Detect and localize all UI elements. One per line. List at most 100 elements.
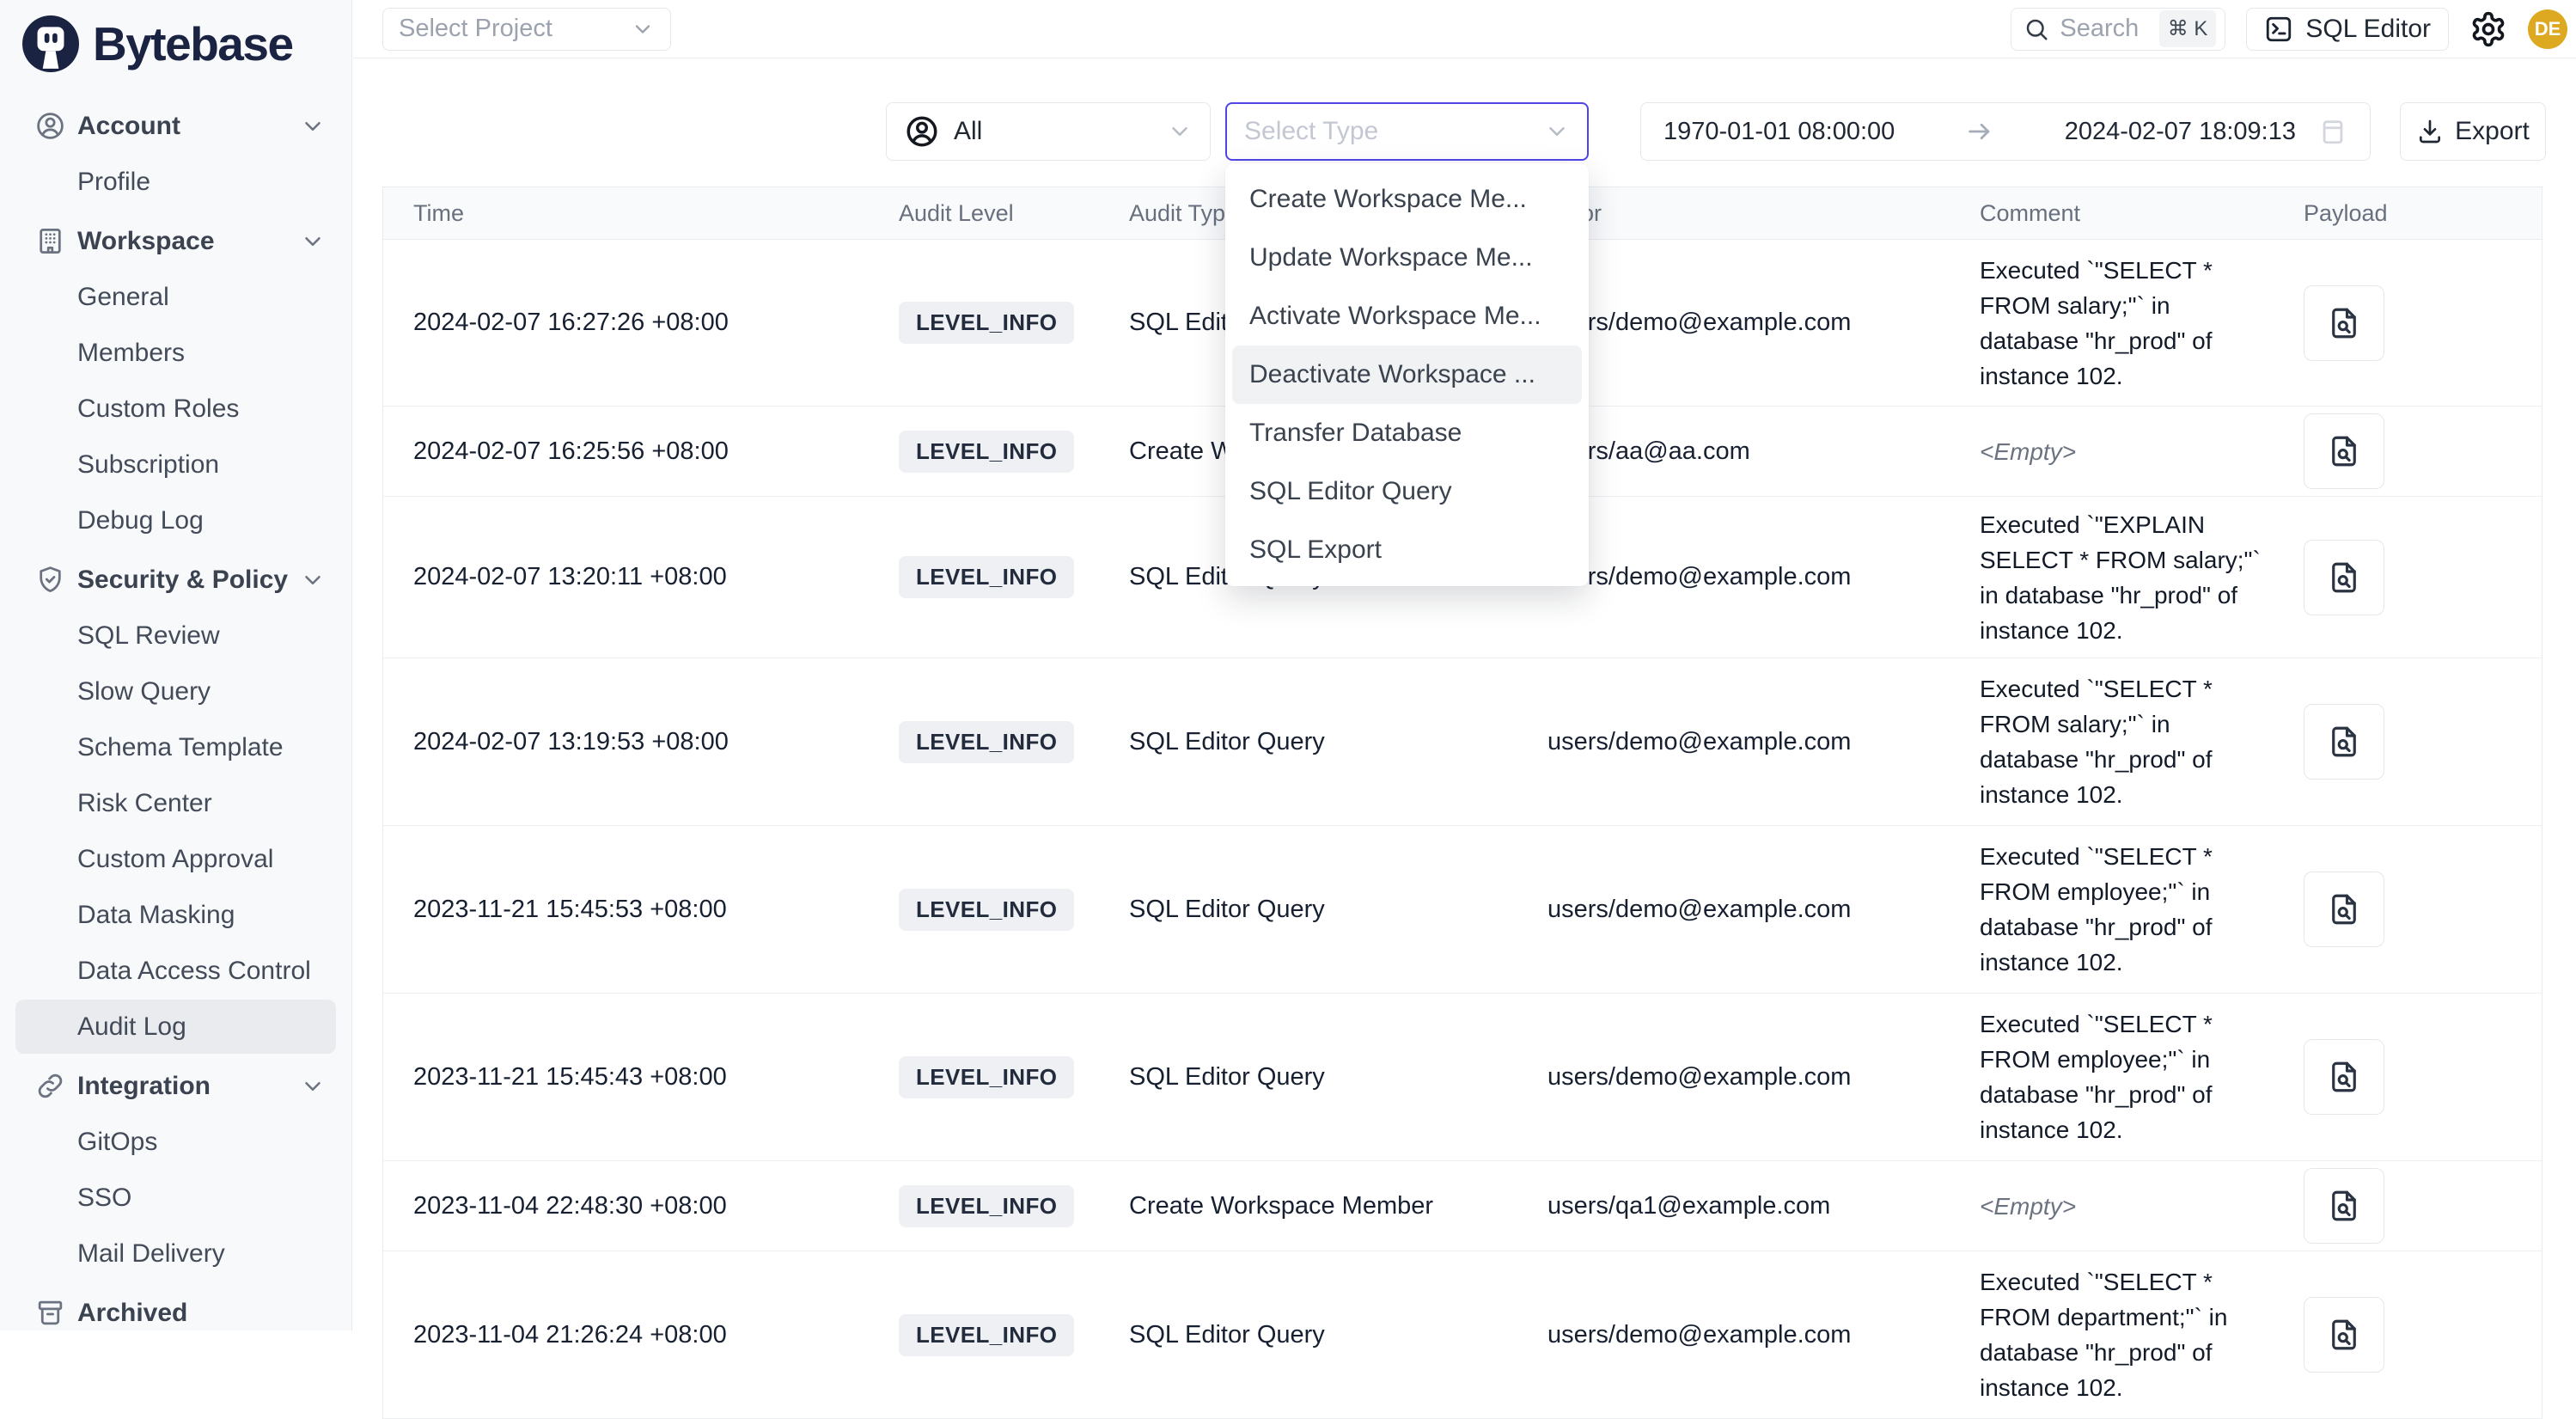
table-row: 2023-11-04 21:26:24 +08:00LEVEL_INFOSQL … <box>383 1251 2542 1419</box>
sidebar-item-schema-template[interactable]: Schema Template <box>0 719 351 775</box>
type-option-deactivate-workspace[interactable]: Deactivate Workspace ... <box>1232 346 1582 404</box>
sidebar-item-profile[interactable]: Profile <box>0 154 351 210</box>
level-badge: LEVEL_INFO <box>899 556 1074 598</box>
cell-time: 2024-02-07 13:19:53 +08:00 <box>383 728 869 756</box>
sidebar-item-label: Audit Log <box>77 1012 186 1042</box>
cell-audit-level: LEVEL_INFO <box>869 1185 1099 1227</box>
sql-editor-button[interactable]: SQL Editor <box>2246 8 2449 51</box>
table-row: 2023-11-21 15:45:53 +08:00LEVEL_INFOSQL … <box>383 826 2542 994</box>
sidebar-item-label: Data Access Control <box>77 957 311 986</box>
file-search-icon <box>2326 724 2362 760</box>
cell-audit-type: SQL Editor Query <box>1099 1321 1517 1349</box>
project-select[interactable]: Select Project <box>382 8 671 51</box>
level-badge: LEVEL_INFO <box>899 1056 1074 1098</box>
type-option-create-workspace-me[interactable]: Create Workspace Me... <box>1232 170 1582 229</box>
download-icon <box>2416 118 2444 145</box>
brand-logo[interactable]: Bytebase <box>0 0 351 72</box>
bytebase-logo-icon <box>22 15 79 72</box>
sidebar-item-members[interactable]: Members <box>0 325 351 381</box>
cell-payload <box>2274 1039 2542 1115</box>
sidebar-item-label: Security & Policy <box>77 566 288 595</box>
sidebar-item-label: Profile <box>77 168 150 197</box>
table-row: 2023-11-21 15:45:43 +08:00LEVEL_INFOSQL … <box>383 994 2542 1161</box>
sidebar-item-archived[interactable]: Archived <box>0 1285 351 1341</box>
chevron-down-icon <box>1544 119 1570 144</box>
sidebar-item-subscription[interactable]: Subscription <box>0 437 351 492</box>
payload-view-button[interactable] <box>2304 872 2384 947</box>
cell-audit-type: SQL Editor Query <box>1099 1063 1517 1092</box>
type-option-sql-export[interactable]: SQL Export <box>1232 521 1582 579</box>
building-icon <box>34 225 66 257</box>
cell-comment: Executed `"SELECT * FROM department;"` i… <box>1950 1264 2274 1405</box>
sidebar-item-custom-approval[interactable]: Custom Approval <box>0 831 351 887</box>
type-option-update-workspace-me[interactable]: Update Workspace Me... <box>1232 229 1582 287</box>
sql-editor-label: SQL Editor <box>2305 15 2431 44</box>
sidebar-item-data-masking[interactable]: Data Masking <box>0 887 351 943</box>
sidebar-item-label: Mail Delivery <box>77 1239 225 1269</box>
cell-audit-level: LEVEL_INFO <box>869 1314 1099 1356</box>
payload-view-button[interactable] <box>2304 1297 2384 1373</box>
export-button[interactable]: Export <box>2400 102 2546 161</box>
sidebar-item-slow-query[interactable]: Slow Query <box>0 664 351 719</box>
date-range-picker[interactable]: 1970-01-01 08:00:00 2024-02-07 18:09:13 <box>1640 102 2371 161</box>
sidebar-item-risk-center[interactable]: Risk Center <box>0 775 351 831</box>
sidebar-item-debug-log[interactable]: Debug Log <box>0 492 351 548</box>
cell-comment: Executed `"SELECT * FROM employee;"` in … <box>1950 1006 2274 1147</box>
sidebar-nav: Account Profile WorkspaceGeneral Members Cus… <box>0 95 351 1341</box>
empty-placeholder: <Empty> <box>1980 438 2076 465</box>
sidebar-item-label: Custom Roles <box>77 395 239 424</box>
sidebar-item-account[interactable]: Account <box>0 98 351 154</box>
level-badge: LEVEL_INFO <box>899 431 1074 473</box>
cell-audit-type: SQL Editor Query <box>1099 728 1517 756</box>
sidebar-item-mail-delivery[interactable]: Mail Delivery <box>0 1226 351 1281</box>
cell-actor: users/demo@example.com <box>1517 1063 1950 1092</box>
sidebar-item-integration[interactable]: Integration <box>0 1058 351 1114</box>
file-search-icon <box>2326 1059 2362 1095</box>
cell-comment: <Empty> <box>1950 434 2274 469</box>
type-option-sql-editor-query[interactable]: SQL Editor Query <box>1232 462 1582 521</box>
column-header-payload: Payload <box>2274 200 2542 227</box>
payload-view-button[interactable] <box>2304 413 2384 489</box>
type-option-activate-workspace-me[interactable]: Activate Workspace Me... <box>1232 287 1582 346</box>
sidebar-item-label: Account <box>77 112 180 141</box>
user-avatar[interactable]: DE <box>2528 9 2567 49</box>
date-to-value: 2024-02-07 18:09:13 <box>2065 118 2296 146</box>
search-icon <box>2024 16 2049 42</box>
search-shortcut-badge: ⌘ K <box>2159 10 2217 47</box>
payload-view-button[interactable] <box>2304 1039 2384 1115</box>
payload-view-button[interactable] <box>2304 1168 2384 1244</box>
sidebar-item-label: SSO <box>77 1184 131 1213</box>
cell-time: 2024-02-07 13:20:11 +08:00 <box>383 563 869 591</box>
payload-view-button[interactable] <box>2304 704 2384 780</box>
cell-time: 2023-11-21 15:45:53 +08:00 <box>383 896 869 924</box>
actor-filter-select[interactable]: All <box>886 102 1211 161</box>
cell-actor: users/demo@example.com <box>1517 896 1950 924</box>
sidebar-item-workspace[interactable]: Workspace <box>0 213 351 269</box>
table-row: 2024-02-07 13:19:53 +08:00LEVEL_INFOSQL … <box>383 658 2542 826</box>
settings-gear-icon[interactable] <box>2469 10 2507 48</box>
sidebar-item-custom-roles[interactable]: Custom Roles <box>0 381 351 437</box>
sidebar-item-general[interactable]: General <box>0 269 351 325</box>
sidebar-item-sso[interactable]: SSO <box>0 1170 351 1226</box>
payload-view-button[interactable] <box>2304 540 2384 615</box>
chevron-down-icon <box>300 567 326 593</box>
chevron-down-icon <box>631 17 655 41</box>
sidebar-item-label: Archived <box>77 1299 187 1328</box>
sidebar-item-sql-review[interactable]: SQL Review <box>0 608 351 664</box>
sidebar-item-data-access-control[interactable]: Data Access Control <box>0 943 351 999</box>
sidebar-item-label: Members <box>77 339 185 368</box>
topbar-actions: Search ⌘ K SQL Editor DE <box>2011 8 2576 51</box>
cell-audit-level: LEVEL_INFO <box>869 889 1099 931</box>
payload-view-button[interactable] <box>2304 285 2384 361</box>
sidebar-item-audit-log[interactable]: Audit Log <box>0 999 351 1055</box>
main-content: All Select Type 1970-01-01 08:00:00 2024… <box>353 59 2576 1330</box>
type-filter-select[interactable]: Select Type <box>1225 102 1589 161</box>
sidebar-item-security-policy[interactable]: Security & Policy <box>0 552 351 608</box>
sidebar-item-gitops[interactable]: GitOps <box>0 1114 351 1170</box>
search-input[interactable]: Search ⌘ K <box>2011 8 2225 51</box>
cell-payload <box>2274 413 2542 489</box>
sidebar: Bytebase Account Profile WorkspaceGeneral M… <box>0 0 352 1330</box>
cell-payload <box>2274 540 2542 615</box>
search-placeholder: Search <box>2060 15 2139 43</box>
type-option-transfer-database[interactable]: Transfer Database <box>1232 404 1582 462</box>
